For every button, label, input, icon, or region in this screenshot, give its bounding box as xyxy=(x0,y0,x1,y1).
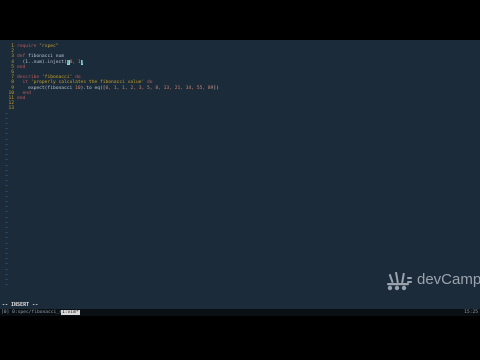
cursor-highlight: ] xyxy=(80,59,84,65)
line-number: 13 xyxy=(8,106,14,112)
letterbox-top xyxy=(0,0,480,40)
empty-line-tilde: ~ xyxy=(5,283,8,289)
code-token: require xyxy=(17,44,40,49)
vim-editor[interactable]: 1 require "rspec" 2 3 def fibonacci num 4 (1.… xyxy=(0,40,480,302)
code-token: "rspec" xyxy=(39,44,59,49)
code-token: 0, 1, 1, 2, 3, 5, 8, 13, 21, 34, 55, 89 xyxy=(105,85,214,91)
code-token: ]) xyxy=(213,85,219,91)
code-text: end xyxy=(17,65,25,70)
code-text: expect(fibonacci 10).to eq([0, 1, 1, 2, … xyxy=(17,86,219,91)
insert-mode-indicator: -- INSERT -- xyxy=(2,302,39,308)
tmux-active-window[interactable]: 1:vim* xyxy=(61,310,80,315)
video-frame: 1 require "rspec" 2 3 def fibonacci num 4 (1.… xyxy=(0,0,480,360)
code-token: ).to eq([ xyxy=(80,85,106,91)
letterbox-bottom xyxy=(0,320,480,360)
devcamp-logo-icon xyxy=(387,271,412,291)
devcamp-brand-text: devCamp xyxy=(417,271,480,288)
code-text: end xyxy=(17,96,25,101)
tmux-status-bar: [0] 0:spec/fibonacci_spec.rb 1:vim* 15:2… xyxy=(0,309,480,316)
code-text: (1..num).inject([0, 1] xyxy=(17,59,84,65)
code-text: require "rspec" xyxy=(17,44,59,49)
tmux-clock: 15:25 xyxy=(464,310,478,315)
devcamp-watermark: devCamp xyxy=(384,268,480,296)
code-token: end xyxy=(17,64,26,70)
vim-mode-line: -- INSERT -- xyxy=(0,302,480,309)
code-token: 0, 1 xyxy=(69,59,81,65)
code-token: end xyxy=(17,96,26,101)
